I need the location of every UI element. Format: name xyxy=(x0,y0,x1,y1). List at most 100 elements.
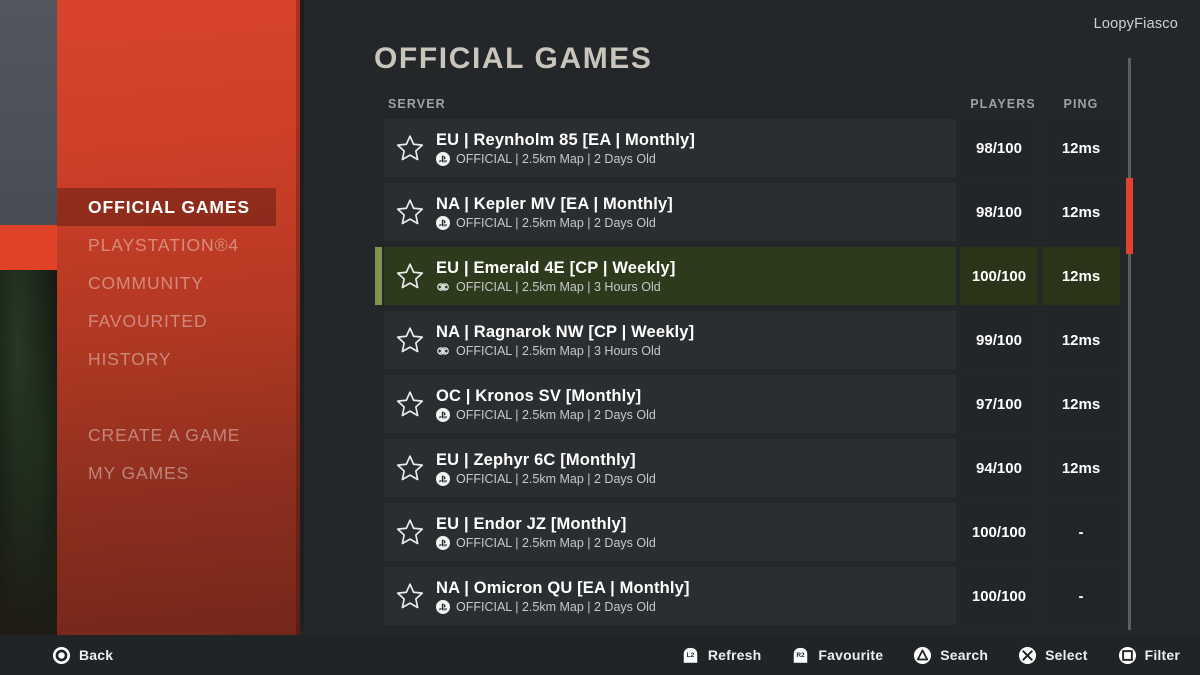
table-row[interactable]: EU | Zephyr 6C [Monthly] OFFICIAL | 2.5km… xyxy=(384,439,1120,497)
row-players-cell: 98/100 xyxy=(960,183,1038,241)
sidebar-item-community[interactable]: COMMUNITY xyxy=(57,264,300,302)
table-row[interactable]: NA | Kepler MV [EA | Monthly] OFFICIAL | … xyxy=(384,183,1120,241)
row-selection-accent xyxy=(375,119,382,177)
favourite-star-icon[interactable] xyxy=(395,197,425,227)
bottom-bar-prompt-select[interactable]: Select xyxy=(1018,646,1087,665)
sidebar-item-history[interactable]: HISTORY xyxy=(57,340,300,378)
row-server-cell[interactable]: EU | Reynholm 85 [EA | Monthly] OFFICIAL … xyxy=(384,119,956,177)
scrollbar-track[interactable] xyxy=(1128,58,1131,630)
server-name: EU | Reynholm 85 [EA | Monthly] xyxy=(436,130,695,149)
row-players-cell: 100/100 xyxy=(960,567,1038,625)
table-row[interactable]: NA | Omicron QU [EA | Monthly] OFFICIAL |… xyxy=(384,567,1120,625)
bottom-bar-right: L2 Refresh R2 Favourite Search Select Filter xyxy=(681,646,1180,665)
row-server-text: EU | Reynholm 85 [EA | Monthly] OFFICIAL … xyxy=(436,131,695,166)
row-server-cell[interactable]: NA | Omicron QU [EA | Monthly] OFFICIAL |… xyxy=(384,567,956,625)
scrollbar-thumb[interactable] xyxy=(1126,178,1133,254)
background-red-accent xyxy=(0,225,57,270)
column-header-players: PLAYERS xyxy=(970,97,1036,111)
server-meta-text: OFFICIAL | 2.5km Map | 2 Days Old xyxy=(456,407,656,422)
prompt-label: Favourite xyxy=(818,647,884,663)
server-meta-text: OFFICIAL | 2.5km Map | 2 Days Old xyxy=(456,599,656,614)
row-server-cell[interactable]: OC | Kronos SV [Monthly] OFFICIAL | 2.5km… xyxy=(384,375,956,433)
row-ping-cell: 12ms xyxy=(1042,247,1120,305)
row-server-cell[interactable]: NA | Kepler MV [EA | Monthly] OFFICIAL | … xyxy=(384,183,956,241)
sidebar-item-label: COMMUNITY xyxy=(88,272,205,293)
server-meta-text: OFFICIAL | 2.5km Map | 2 Days Old xyxy=(456,535,656,550)
sidebar-item-my-games[interactable]: MY GAMES xyxy=(57,454,300,492)
bottom-bar-prompt-search[interactable]: Search xyxy=(913,646,988,665)
sidebar-item-official-games[interactable]: OFFICIAL GAMES xyxy=(57,188,276,226)
server-name: EU | Emerald 4E [CP | Weekly] xyxy=(436,258,676,277)
favourite-star-icon[interactable] xyxy=(395,133,425,163)
favourite-star-icon[interactable] xyxy=(395,581,425,611)
table-row[interactable]: EU | Reynholm 85 [EA | Monthly] OFFICIAL … xyxy=(384,119,1120,177)
server-meta: OFFICIAL | 2.5km Map | 2 Days Old xyxy=(436,535,656,550)
back-button-label: Back xyxy=(79,647,114,663)
prompt-label: Refresh xyxy=(707,647,762,663)
row-ping-cell: 12ms xyxy=(1042,311,1120,369)
row-server-cell[interactable]: EU | Emerald 4E [CP | Weekly] OFFICIAL | … xyxy=(384,247,956,305)
server-meta-text: OFFICIAL | 2.5km Map | 2 Days Old xyxy=(456,215,656,230)
row-selection-accent xyxy=(375,183,382,241)
server-meta: OFFICIAL | 2.5km Map | 2 Days Old xyxy=(436,471,656,486)
column-header-server: SERVER xyxy=(388,97,446,111)
column-header-ping: PING xyxy=(1063,97,1099,111)
row-server-cell[interactable]: EU | Zephyr 6C [Monthly] OFFICIAL | 2.5km… xyxy=(384,439,956,497)
row-selection-accent xyxy=(375,503,382,561)
favourite-star-icon[interactable] xyxy=(395,325,425,355)
row-server-text: NA | Kepler MV [EA | Monthly] OFFICIAL | … xyxy=(436,195,673,230)
bottom-button-bar: Back L2 Refresh R2 Favourite Search Select Fil… xyxy=(0,635,1200,675)
prompt-label: Filter xyxy=(1144,647,1180,663)
back-button[interactable]: Back xyxy=(52,646,113,665)
server-name: NA | Ragnarok NW [CP | Weekly] xyxy=(436,322,695,341)
table-row[interactable]: OC | Kronos SV [Monthly] OFFICIAL | 2.5km… xyxy=(384,375,1120,433)
server-meta-text: OFFICIAL | 2.5km Map | 3 Hours Old xyxy=(456,279,661,294)
row-ping-cell: - xyxy=(1042,503,1120,561)
background-foliage xyxy=(0,270,60,675)
bottom-bar-left: Back xyxy=(52,646,113,665)
bottom-bar-prompt-favourite[interactable]: R2 Favourite xyxy=(791,646,883,665)
sidebar-item-label: MY GAMES xyxy=(88,462,190,483)
row-server-text: EU | Emerald 4E [CP | Weekly] OFFICIAL | … xyxy=(436,259,675,294)
crossplay-icon xyxy=(436,344,450,358)
sidebar-item-favourited[interactable]: FAVOURITED xyxy=(57,302,300,340)
sidebar-item-playstation4[interactable]: PLAYSTATION®4 xyxy=(57,226,300,264)
ps-cross-icon xyxy=(1018,646,1037,665)
server-meta: OFFICIAL | 2.5km Map | 2 Days Old xyxy=(436,599,690,614)
favourite-star-icon[interactable] xyxy=(395,453,425,483)
row-ping-cell: 12ms xyxy=(1042,119,1120,177)
prompt-label: Select xyxy=(1045,647,1088,663)
favourite-star-icon[interactable] xyxy=(395,261,425,291)
server-name: NA | Kepler MV [EA | Monthly] xyxy=(436,194,673,213)
sidebar-item-create-a-game[interactable]: CREATE A GAME xyxy=(57,416,300,454)
table-row[interactable]: EU | Emerald 4E [CP | Weekly] OFFICIAL | … xyxy=(375,247,1120,305)
server-name: EU | Endor JZ [Monthly] xyxy=(436,514,627,533)
server-meta-text: OFFICIAL | 2.5km Map | 3 Hours Old xyxy=(456,343,661,358)
row-server-text: EU | Endor JZ [Monthly] OFFICIAL | 2.5km … xyxy=(436,515,656,550)
svg-text:L2: L2 xyxy=(687,651,695,658)
sidebar-nav: OFFICIAL GAMES PLAYSTATION®4 COMMUNITY F… xyxy=(57,188,300,492)
table-row[interactable]: EU | Endor JZ [Monthly] OFFICIAL | 2.5km … xyxy=(384,503,1120,561)
table-row[interactable]: NA | Ragnarok NW [CP | Weekly] OFFICIAL |… xyxy=(384,311,1120,369)
ps-square-icon xyxy=(1118,646,1137,665)
row-server-cell[interactable]: EU | Endor JZ [Monthly] OFFICIAL | 2.5km … xyxy=(384,503,956,561)
playstation-icon xyxy=(436,215,450,230)
server-name: EU | Zephyr 6C [Monthly] xyxy=(436,450,636,469)
row-players-cell: 97/100 xyxy=(960,375,1038,433)
row-server-text: NA | Ragnarok NW [CP | Weekly] OFFICIAL |… xyxy=(436,323,694,358)
prompt-label: Search xyxy=(940,647,989,663)
row-selection-accent xyxy=(375,247,382,305)
page-title: OFFICIAL GAMES xyxy=(374,42,653,75)
row-server-cell[interactable]: NA | Ragnarok NW [CP | Weekly] OFFICIAL |… xyxy=(384,311,956,369)
bottom-bar-prompt-filter[interactable]: Filter xyxy=(1118,646,1180,665)
sidebar-item-label: PLAYSTATION®4 xyxy=(88,234,240,255)
l2-trigger-icon: L2 xyxy=(681,646,700,665)
server-meta-text: OFFICIAL | 2.5km Map | 2 Days Old xyxy=(456,471,656,486)
favourite-star-icon[interactable] xyxy=(395,389,425,419)
playstation-icon xyxy=(436,599,450,614)
r2-trigger-icon: R2 xyxy=(791,646,810,665)
row-selection-accent xyxy=(375,439,382,497)
server-table: SERVER PLAYERS PING EU | Reynholm 85 [EA… xyxy=(375,93,1120,631)
bottom-bar-prompt-refresh[interactable]: L2 Refresh xyxy=(681,646,762,665)
favourite-star-icon[interactable] xyxy=(395,517,425,547)
